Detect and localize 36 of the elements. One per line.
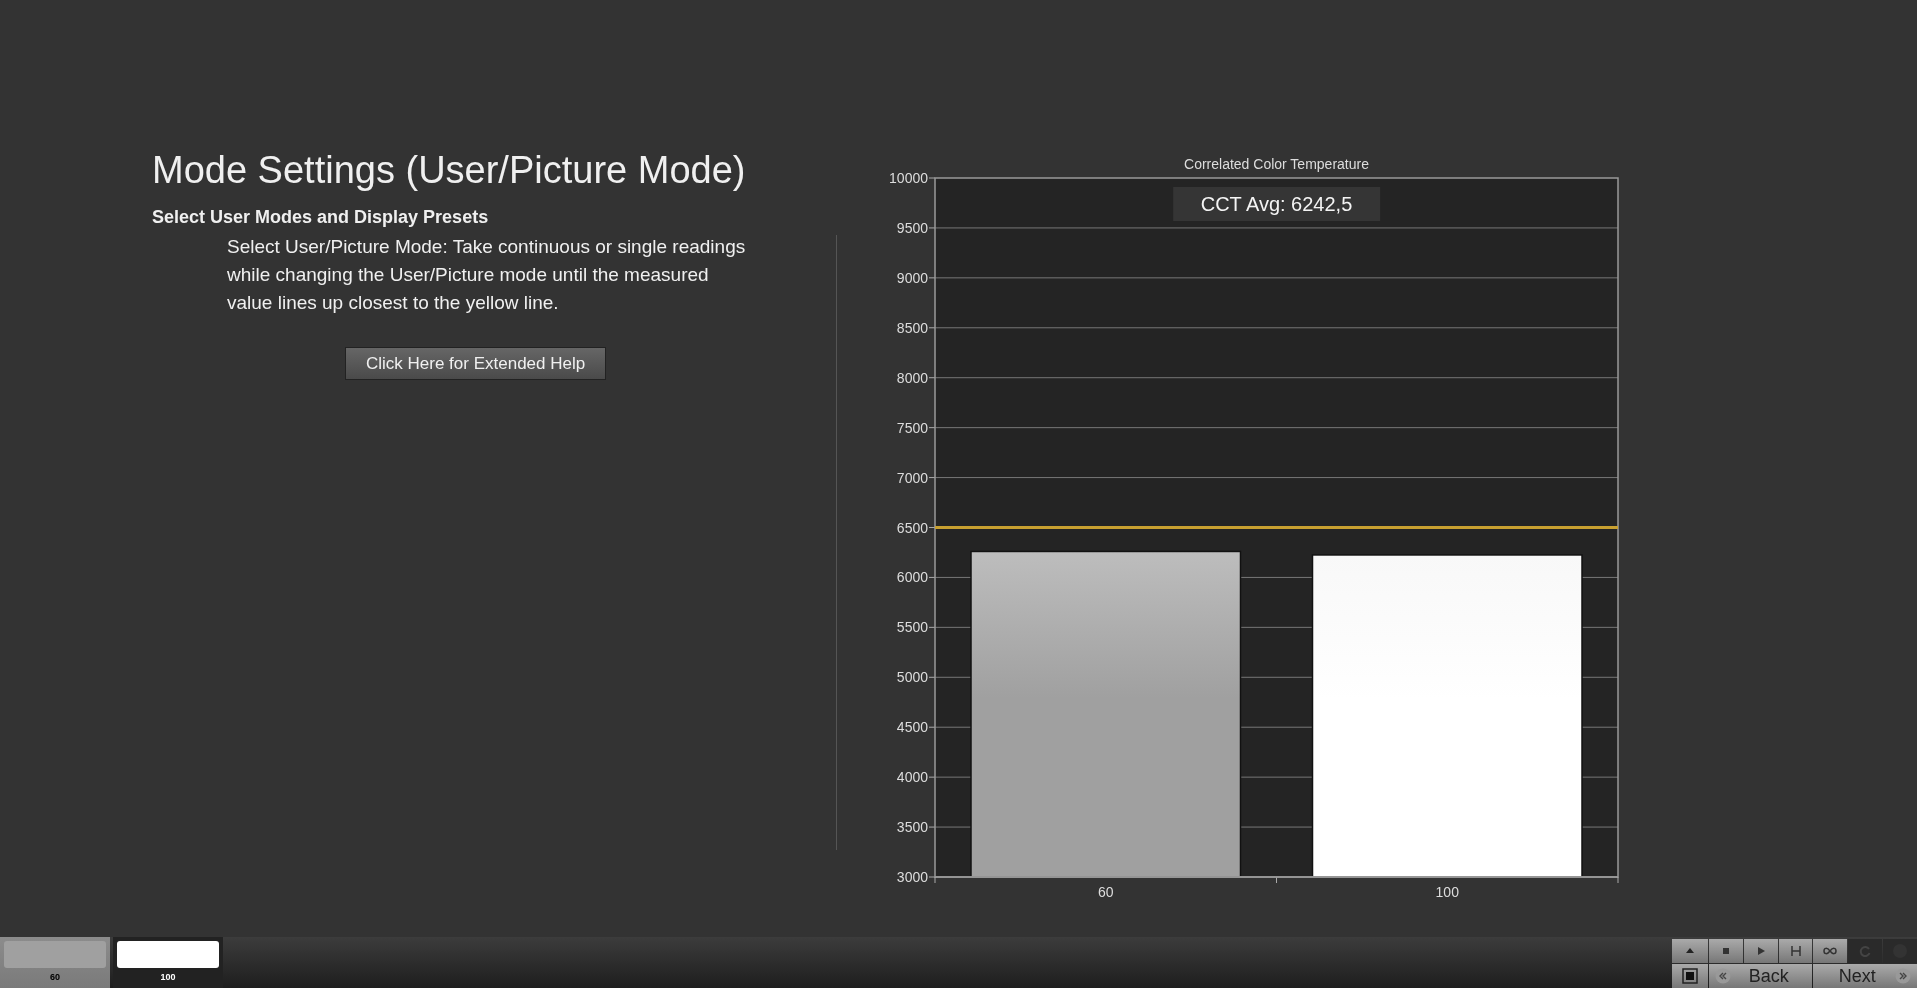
- y-axis-label: 3000: [896, 869, 928, 885]
- instructions-text: Select User/Picture Mode: Take continuous or single readings while changing the User/Picture mode until the measured value lines up closest to the yellow line.: [227, 234, 747, 315]
- y-axis-label: 10000: [889, 170, 928, 186]
- average-readout: CCT Avg: 6242,5: [1172, 187, 1381, 221]
- color-swatch[interactable]: [117, 941, 219, 968]
- chart-title: Correlated Color Temperature: [1184, 156, 1369, 172]
- y-axis-label: 8500: [896, 319, 928, 336]
- continuous-button[interactable]: [1813, 939, 1848, 963]
- next-button[interactable]: Next: [1813, 964, 1917, 988]
- y-axis-label: 7000: [896, 469, 928, 486]
- stop-button[interactable]: [1709, 939, 1743, 963]
- y-axis-label: 5000: [896, 669, 928, 686]
- page-title: Mode Settings (User/Picture Mode): [152, 148, 747, 193]
- back-button[interactable]: Back: [1709, 964, 1813, 988]
- swatch-label: 100: [160, 971, 176, 984]
- y-axis-label: 4000: [896, 769, 928, 786]
- y-axis-label: 7500: [896, 419, 928, 436]
- stop-toggle-button[interactable]: [1672, 964, 1708, 988]
- y-axis-label: 6000: [896, 569, 928, 586]
- play-button[interactable]: [1743, 939, 1778, 963]
- extended-help-button[interactable]: Click Here for Extended Help: [345, 346, 607, 381]
- y-axis-label: 9500: [896, 219, 928, 236]
- x-axis-label: 100: [1435, 884, 1459, 900]
- x-axis-label: 60: [1097, 884, 1114, 900]
- y-axis-label: 8000: [896, 369, 928, 386]
- y-axis-label: 9000: [896, 269, 928, 286]
- y-axis-label: 4500: [896, 719, 928, 736]
- section-heading: Select User Modes and Display Presets: [152, 205, 490, 229]
- y-axis-label: 6500: [896, 519, 928, 536]
- swatch-label: 60: [50, 971, 60, 984]
- color-swatch[interactable]: [4, 941, 106, 968]
- stop-toggle-icon: [1682, 968, 1698, 984]
- measure-button[interactable]: [1778, 939, 1813, 963]
- collapse-button[interactable]: [1672, 939, 1708, 963]
- y-axis-label: 5500: [896, 619, 928, 636]
- y-axis-label: 3500: [896, 819, 928, 836]
